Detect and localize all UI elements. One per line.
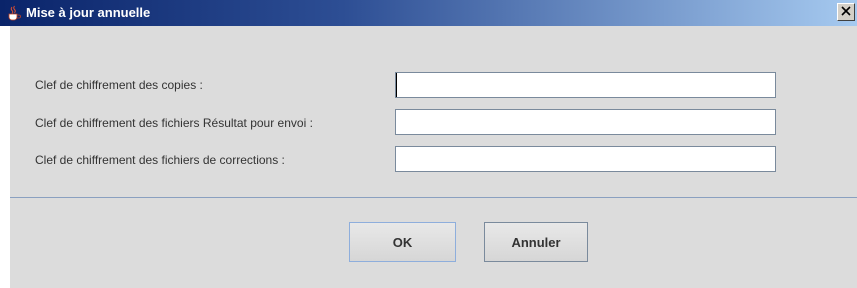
corrections-key-input[interactable]: [395, 146, 776, 172]
copies-key-input[interactable]: [395, 72, 776, 98]
close-button[interactable]: [837, 3, 855, 21]
window-title: Mise à jour annuelle: [26, 5, 151, 20]
left-border: [0, 26, 10, 288]
copies-key-label: Clef de chiffrement des copies :: [35, 78, 203, 92]
result-files-key-label: Clef de chiffrement des fichiers Résulta…: [35, 116, 313, 130]
ok-button[interactable]: OK: [349, 222, 456, 262]
dialog-window: Mise à jour annuelle Clef de chiffrement…: [0, 0, 857, 288]
cancel-button[interactable]: Annuler: [484, 222, 588, 262]
java-cup-icon: [6, 5, 22, 21]
title-bar[interactable]: Mise à jour annuelle: [0, 0, 857, 26]
result-files-key-input[interactable]: [395, 109, 776, 135]
close-icon: [841, 3, 851, 21]
corrections-key-label: Clef de chiffrement des fichiers de corr…: [35, 153, 285, 167]
